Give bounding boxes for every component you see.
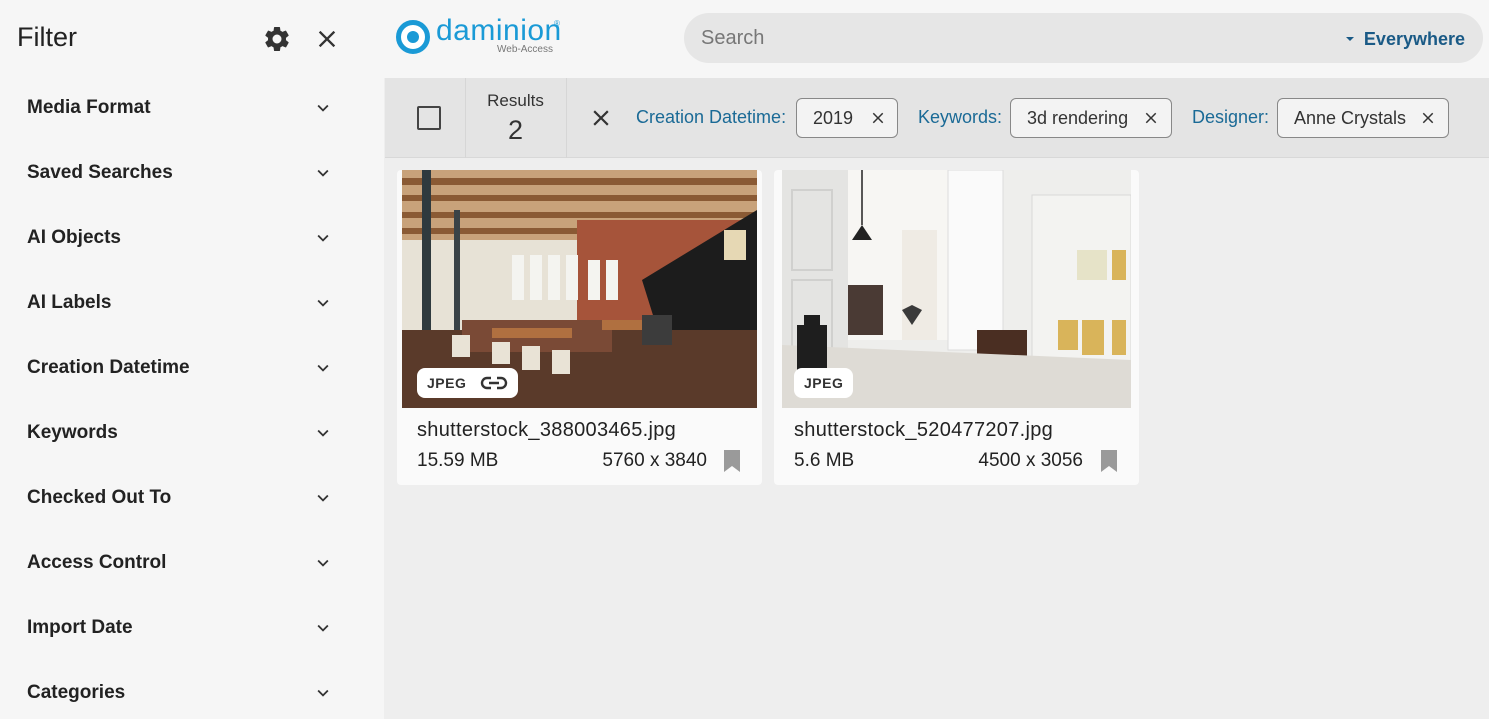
results-area: Results 2 Creation Datetime: 2019 Keywor… xyxy=(385,78,1489,719)
filter-header: Filter xyxy=(0,0,384,78)
logo-text: daminion xyxy=(436,14,562,47)
select-all-checkbox[interactable] xyxy=(417,106,441,130)
settings-gear-icon[interactable] xyxy=(262,24,292,54)
format-label: JPEG xyxy=(804,375,844,391)
filter-chip-value: 3d rendering xyxy=(1027,108,1129,128)
filter-item-categories[interactable]: Categories xyxy=(0,661,384,719)
chevron-down-icon xyxy=(317,624,329,632)
filter-item-label: Checked Out To xyxy=(27,487,172,508)
asset-dimensions: 5760 x 3840 xyxy=(602,450,707,471)
results-count: 2 xyxy=(507,115,524,145)
chevron-down-icon xyxy=(317,104,329,112)
bookmark-icon[interactable] xyxy=(722,449,742,473)
filter-item-label: Creation Datetime xyxy=(27,357,190,378)
filter-item-access-control[interactable]: Access Control xyxy=(0,531,384,596)
app: Filter Media Format Saved Searches AI Ob… xyxy=(0,0,1489,719)
close-filter-icon[interactable] xyxy=(313,25,341,53)
format-label: JPEG xyxy=(427,375,467,391)
filter-item-label: Categories xyxy=(27,682,126,703)
filter-item-keywords[interactable]: Keywords xyxy=(0,401,384,466)
search-scope-label: Everywhere xyxy=(1363,28,1465,49)
filter-chip-keywords[interactable]: 3d rendering xyxy=(1010,98,1172,138)
chevron-down-icon xyxy=(317,689,329,697)
filter-item-saved-searches[interactable]: Saved Searches xyxy=(0,141,384,206)
filter-item-label: Import Date xyxy=(27,617,133,638)
remove-chip-icon[interactable] xyxy=(869,109,887,127)
divider xyxy=(566,78,567,158)
registered-mark: ® xyxy=(554,19,560,28)
chevron-down-icon xyxy=(317,234,329,242)
chevron-down-icon xyxy=(317,364,329,372)
filter-chip-value: 2019 xyxy=(813,108,854,128)
remove-chip-icon[interactable] xyxy=(1419,109,1437,127)
chevron-down-icon xyxy=(317,169,329,177)
asset-card[interactable]: JPEG shutterstock_520477207.jpg 5.6 MB 4… xyxy=(774,170,1139,485)
link-icon xyxy=(481,376,508,390)
daminion-logo[interactable]: daminion ® Web-Access xyxy=(396,14,571,60)
results-toolbar: Results 2 Creation Datetime: 2019 Keywor… xyxy=(385,78,1489,158)
format-badge: JPEG xyxy=(417,368,519,398)
search-input[interactable] xyxy=(701,23,1301,53)
filter-list: Media Format Saved Searches AI Objects A… xyxy=(0,76,384,719)
asset-card[interactable]: JPEG shutterstock_388003465.jpg 15.59 MB… xyxy=(397,170,762,485)
asset-filename: shutterstock_520477207.jpg xyxy=(794,419,1054,441)
clear-filters-icon[interactable] xyxy=(588,105,614,131)
filter-item-creation-datetime[interactable]: Creation Datetime xyxy=(0,336,384,401)
chevron-down-icon xyxy=(317,299,329,307)
filter-chip-value: Anne Crystals xyxy=(1294,108,1407,128)
asset-file-size: 15.59 MB xyxy=(417,450,499,471)
remove-chip-icon[interactable] xyxy=(1142,109,1160,127)
filter-item-checked-out-to[interactable]: Checked Out To xyxy=(0,466,384,531)
asset-filename: shutterstock_388003465.jpg xyxy=(417,419,677,441)
filter-item-label: AI Objects xyxy=(27,227,121,248)
filter-chip-designer[interactable]: Anne Crystals xyxy=(1277,98,1449,138)
chevron-down-icon xyxy=(317,494,329,502)
filter-item-label: Media Format xyxy=(27,97,151,118)
filter-item-ai-objects[interactable]: AI Objects xyxy=(0,206,384,271)
results-label: Results xyxy=(487,91,544,110)
chevron-down-icon xyxy=(317,559,329,567)
filter-item-media-format[interactable]: Media Format xyxy=(0,76,384,141)
filter-chip-creation-datetime[interactable]: 2019 xyxy=(796,98,898,138)
filter-sidebar: Filter Media Format Saved Searches AI Ob… xyxy=(0,0,384,719)
filter-chip-label-keywords: Keywords: xyxy=(918,107,1003,127)
asset-dimensions: 4500 x 3056 xyxy=(978,450,1083,471)
filter-item-label: Saved Searches xyxy=(27,162,173,183)
format-badge: JPEG xyxy=(794,368,854,398)
chevron-down-icon xyxy=(317,429,329,437)
filter-chip-label-designer: Designer: xyxy=(1192,107,1270,127)
filter-item-label: Access Control xyxy=(27,552,167,573)
logo-subtext: Web-Access xyxy=(497,44,553,55)
bookmark-icon[interactable] xyxy=(1099,449,1119,473)
filter-item-label: Keywords xyxy=(27,422,118,443)
caret-down-icon xyxy=(1345,37,1354,41)
search-bar: Everywhere xyxy=(684,13,1483,63)
asset-file-size: 5.6 MB xyxy=(794,450,855,471)
filter-item-label: AI Labels xyxy=(27,292,112,313)
filter-item-import-date[interactable]: Import Date xyxy=(0,596,384,661)
filter-item-ai-labels[interactable]: AI Labels xyxy=(0,271,384,336)
search-scope-dropdown[interactable]: Everywhere xyxy=(1344,27,1465,51)
logo-mark-icon xyxy=(396,20,430,54)
filter-chip-label-creation-datetime: Creation Datetime: xyxy=(636,107,787,127)
filter-title: Filter xyxy=(17,22,77,52)
